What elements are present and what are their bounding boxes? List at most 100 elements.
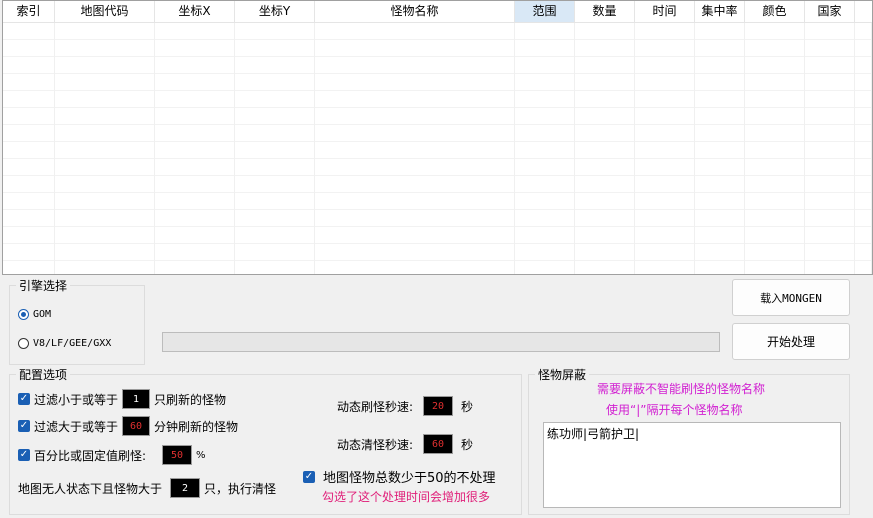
table-cell[interactable] — [3, 23, 55, 40]
table-cell[interactable] — [855, 244, 872, 261]
table-cell[interactable] — [575, 159, 635, 176]
table-cell[interactable] — [515, 261, 575, 274]
table-cell[interactable] — [315, 125, 515, 142]
table-cell[interactable] — [575, 244, 635, 261]
table-cell[interactable] — [3, 91, 55, 108]
table-cell[interactable] — [855, 176, 872, 193]
table-cell[interactable] — [575, 74, 635, 91]
table-cell[interactable] — [155, 193, 235, 210]
table-cell[interactable] — [3, 210, 55, 227]
table-cell[interactable] — [635, 176, 695, 193]
col-index[interactable]: 索引 — [3, 1, 55, 22]
table-row[interactable] — [3, 91, 872, 108]
table-cell[interactable] — [315, 176, 515, 193]
table-cell[interactable] — [805, 125, 855, 142]
col-concentration[interactable]: 集中率 — [695, 1, 745, 22]
table-cell[interactable] — [635, 125, 695, 142]
table-cell[interactable] — [515, 23, 575, 40]
percent-option[interactable]: ✓ 百分比或固定值刷怪: 50 % — [18, 445, 206, 465]
table-cell[interactable] — [315, 108, 515, 125]
table-cell[interactable] — [235, 74, 315, 91]
table-cell[interactable] — [855, 261, 872, 274]
table-row[interactable] — [3, 261, 872, 274]
table-cell[interactable] — [515, 74, 575, 91]
table-cell[interactable] — [695, 40, 745, 57]
table-cell[interactable] — [575, 227, 635, 244]
table-cell[interactable] — [55, 74, 155, 91]
table-cell[interactable] — [805, 227, 855, 244]
table-cell[interactable] — [55, 23, 155, 40]
table-cell[interactable] — [155, 142, 235, 159]
table-cell[interactable] — [155, 23, 235, 40]
table-cell[interactable] — [235, 57, 315, 74]
table-cell[interactable] — [55, 210, 155, 227]
table-cell[interactable] — [805, 210, 855, 227]
table-cell[interactable] — [315, 227, 515, 244]
table-cell[interactable] — [805, 159, 855, 176]
checkbox-checked-icon[interactable]: ✓ — [18, 420, 30, 432]
col-country[interactable]: 国家 — [805, 1, 855, 22]
table-cell[interactable] — [235, 261, 315, 274]
table-cell[interactable] — [805, 142, 855, 159]
table-cell[interactable] — [805, 176, 855, 193]
table-cell[interactable] — [235, 91, 315, 108]
table-cell[interactable] — [515, 176, 575, 193]
table-cell[interactable] — [575, 261, 635, 274]
table-cell[interactable] — [635, 159, 695, 176]
radio-unchecked-icon[interactable] — [18, 338, 29, 349]
table-cell[interactable] — [3, 227, 55, 244]
table-cell[interactable] — [855, 193, 872, 210]
table-cell[interactable] — [55, 227, 155, 244]
table-cell[interactable] — [855, 125, 872, 142]
table-cell[interactable] — [635, 91, 695, 108]
dyn-refresh-input[interactable]: 20 — [423, 396, 454, 416]
table-cell[interactable] — [3, 261, 55, 274]
table-cell[interactable] — [515, 159, 575, 176]
table-cell[interactable] — [745, 108, 805, 125]
table-cell[interactable] — [695, 193, 745, 210]
col-color[interactable]: 颜色 — [745, 1, 805, 22]
table-cell[interactable] — [805, 57, 855, 74]
table-cell[interactable] — [3, 108, 55, 125]
table-cell[interactable] — [855, 57, 872, 74]
table-cell[interactable] — [855, 108, 872, 125]
shield-textarea[interactable]: 练功师|弓箭护卫| — [543, 422, 841, 508]
table-cell[interactable] — [3, 176, 55, 193]
table-cell[interactable] — [235, 227, 315, 244]
dyn-clear-input[interactable]: 60 — [423, 434, 454, 454]
radio-gom[interactable]: GOM — [18, 309, 51, 320]
filter-small-option[interactable]: ✓ 过滤小于或等于 1 只刷新的怪物 — [18, 389, 226, 409]
table-cell[interactable] — [805, 261, 855, 274]
table-row[interactable] — [3, 74, 872, 91]
table-cell[interactable] — [155, 91, 235, 108]
table-cell[interactable] — [315, 159, 515, 176]
table-cell[interactable] — [155, 227, 235, 244]
table-cell[interactable] — [515, 57, 575, 74]
table-cell[interactable] — [155, 244, 235, 261]
table-row[interactable] — [3, 108, 872, 125]
table-cell[interactable] — [695, 261, 745, 274]
table-row[interactable] — [3, 23, 872, 40]
table-cell[interactable] — [235, 142, 315, 159]
table-cell[interactable] — [855, 40, 872, 57]
table-cell[interactable] — [635, 210, 695, 227]
table-cell[interactable] — [55, 261, 155, 274]
table-cell[interactable] — [745, 244, 805, 261]
table-cell[interactable] — [155, 40, 235, 57]
table-cell[interactable] — [155, 176, 235, 193]
table-cell[interactable] — [55, 108, 155, 125]
table-cell[interactable] — [55, 176, 155, 193]
col-monster-name[interactable]: 怪物名称 — [315, 1, 515, 22]
table-cell[interactable] — [155, 57, 235, 74]
table-cell[interactable] — [575, 210, 635, 227]
table-cell[interactable] — [55, 91, 155, 108]
table-cell[interactable] — [235, 244, 315, 261]
table-cell[interactable] — [575, 23, 635, 40]
table-cell[interactable] — [805, 40, 855, 57]
table-cell[interactable] — [235, 159, 315, 176]
percent-input[interactable]: 50 — [162, 445, 193, 465]
table-cell[interactable] — [235, 210, 315, 227]
table-cell[interactable] — [55, 57, 155, 74]
table-cell[interactable] — [575, 193, 635, 210]
table-cell[interactable] — [635, 74, 695, 91]
